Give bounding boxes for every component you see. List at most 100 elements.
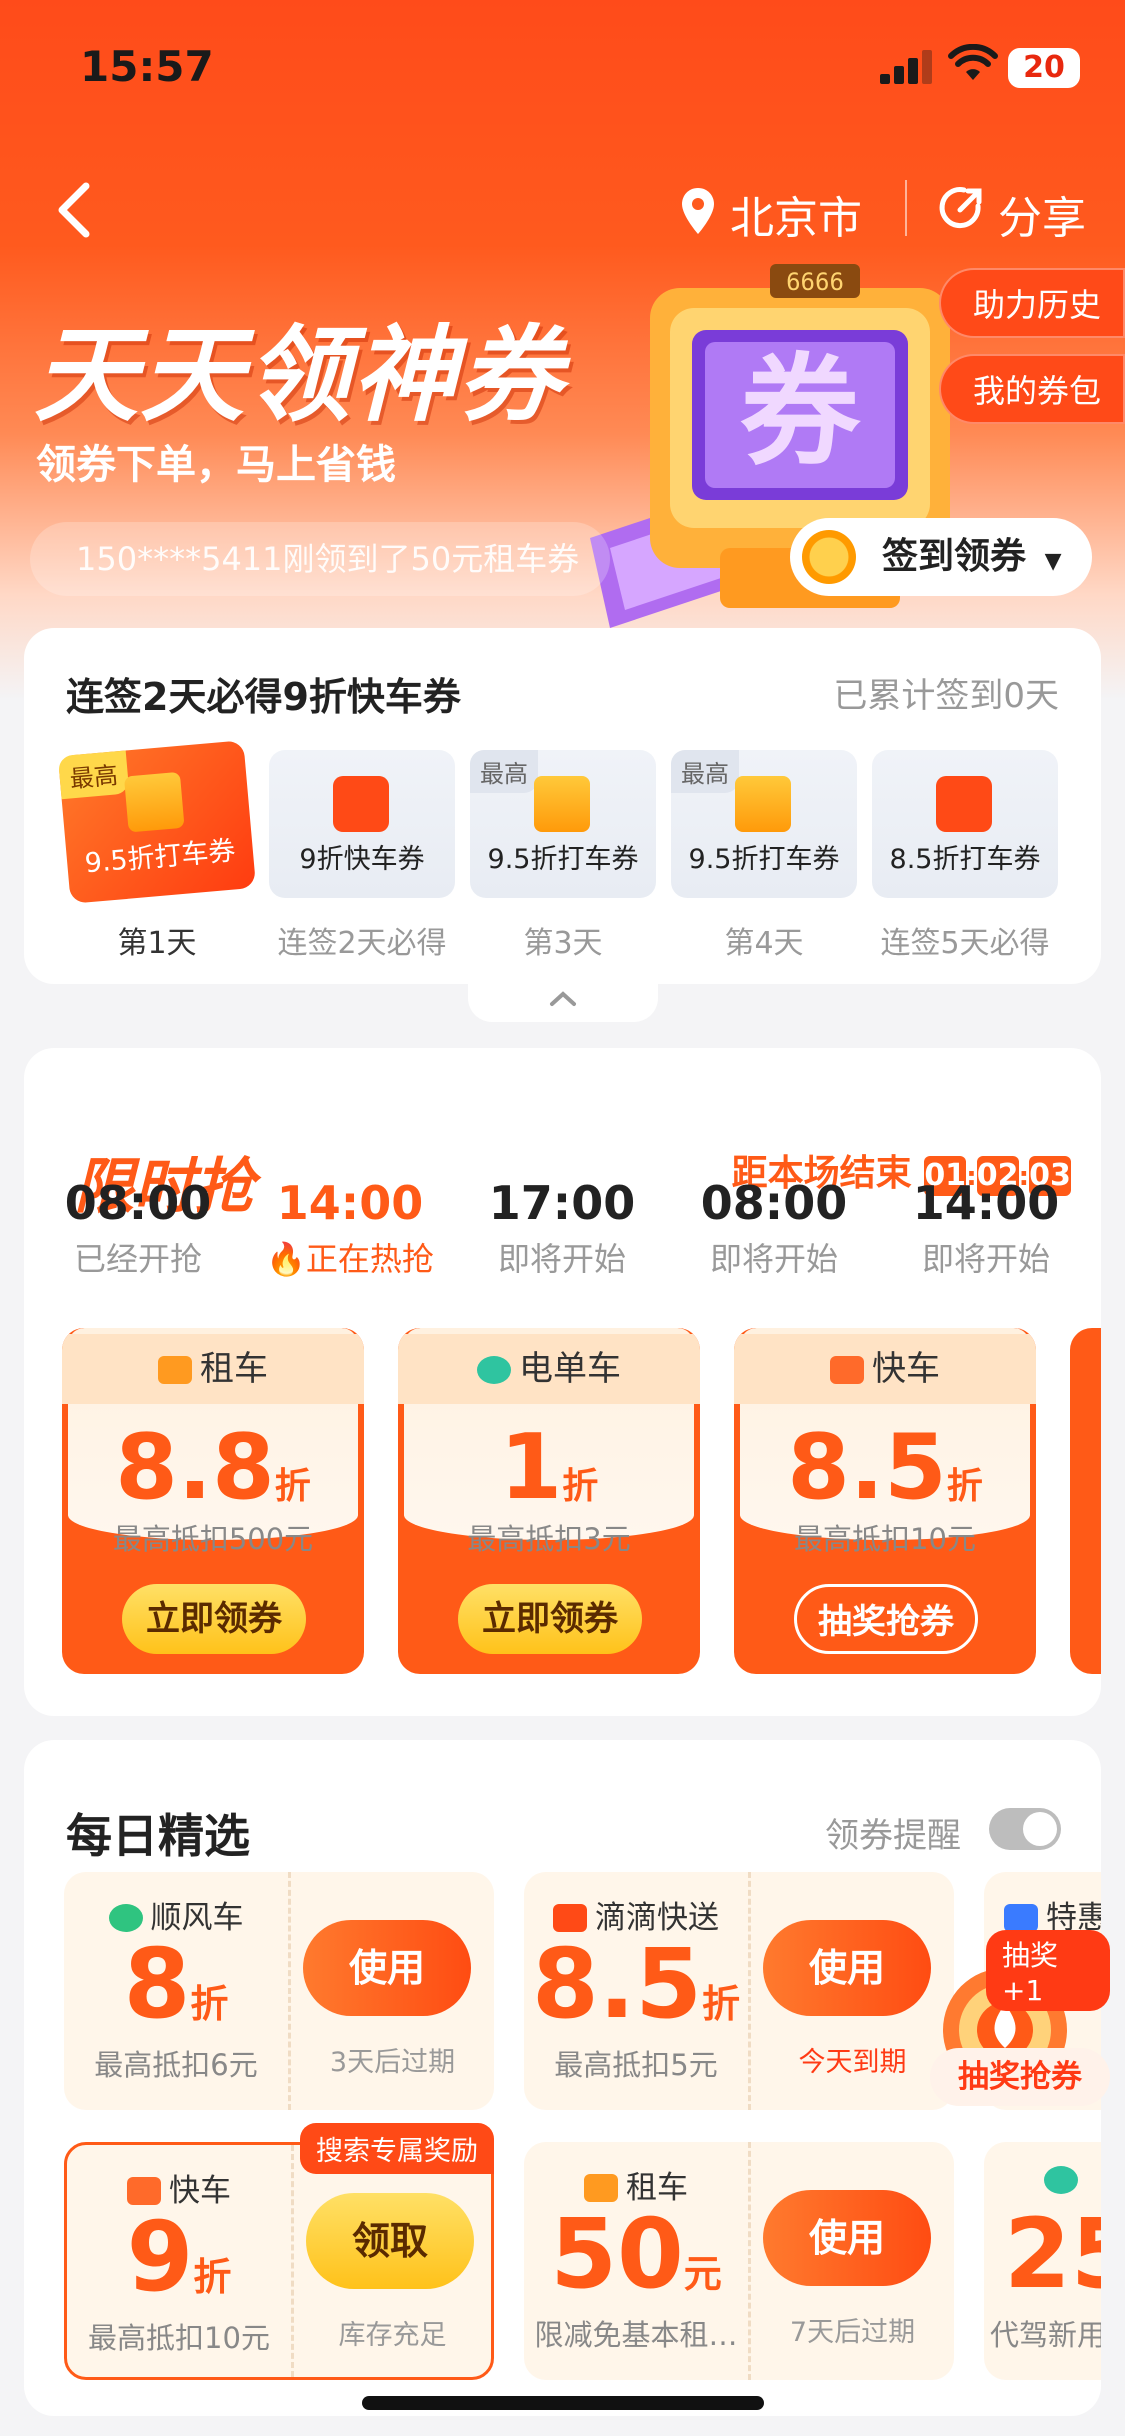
coupon-cap: 最高抵扣500元 <box>112 1522 314 1556</box>
ticket-icon <box>333 776 389 832</box>
flash-coupon-card[interactable]: 租车 8.8折 最高抵扣500元 立即领券 <box>62 1328 364 1674</box>
flash-coupon-card-partial[interactable] <box>1070 1328 1101 1674</box>
coupon-unit: 元 <box>683 2252 722 2296</box>
day-tile-4[interactable]: 最高 9.5折打车券 <box>671 750 857 898</box>
signin-count: 已累计签到0天 <box>833 676 1059 716</box>
location-pin-icon[interactable] <box>680 186 716 236</box>
wifi-icon <box>948 44 998 80</box>
time-slot-1[interactable]: 08:00 已经开抢 <box>38 1176 238 1280</box>
flame-icon: 🔥 <box>266 1240 306 1278</box>
coupon-unit: 折 <box>702 1982 741 2026</box>
reminder-toggle[interactable] <box>989 1808 1061 1850</box>
expiry-text: 今天到期 <box>798 2047 907 2078</box>
driver-service-icon <box>1044 2166 1078 2194</box>
signin-coupon-button[interactable]: 签到领券 ▼ <box>790 518 1092 596</box>
help-history-button[interactable]: 助力历史 <box>938 268 1125 338</box>
ticker-notice: 150****5411刚领到了50元租车券 <box>30 522 610 596</box>
flash-coupon-card[interactable]: 电单车 1折 最高抵扣3元 立即领券 <box>398 1328 700 1674</box>
car-icon <box>830 1356 864 1384</box>
signin-card-title: 连签2天必得9折快车券 <box>66 675 461 719</box>
day-label: 8.5折打车券 <box>889 844 1041 875</box>
coupon-unit: 折 <box>946 1466 983 1507</box>
slot-status: 即将开始 <box>921 1240 1050 1278</box>
hero-title: 天天领神券 <box>34 314 565 436</box>
day-tag: 最高 <box>671 750 739 793</box>
rental-car-icon <box>158 1356 192 1384</box>
coupon-cap: 代驾新用 <box>990 2318 1101 2352</box>
lottery-floating-widget[interactable]: 抽奖+1 抽奖抢券 <box>930 1930 1110 2110</box>
coupon-name: 快车 <box>872 1349 940 1389</box>
header-divider <box>905 180 907 236</box>
battery-indicator: 20 <box>1008 48 1080 88</box>
coupon-value: 8 <box>123 1928 191 2040</box>
day-label: 9折快车券 <box>299 844 425 875</box>
time-slot-5[interactable]: 14:00 即将开始 <box>886 1176 1086 1280</box>
slot-time: 14:00 <box>276 1176 424 1230</box>
e-bike-icon <box>477 1356 511 1384</box>
claim-button[interactable]: 领取 <box>306 2193 474 2289</box>
gift-icon <box>735 776 791 832</box>
slot-status: 已经开抢 <box>73 1240 202 1278</box>
gift-icon <box>123 771 185 833</box>
day-label: 9.5折打车券 <box>688 844 840 875</box>
slot-status: 即将开始 <box>709 1240 838 1278</box>
coupon-unit: 折 <box>562 1466 599 1507</box>
coupon-card[interactable]: 滴滴快送 8.5折 最高抵扣5元 使用 今天到期 <box>524 1872 954 2110</box>
coupon-unit: 折 <box>274 1466 311 1507</box>
coupon-value: 8.5 <box>531 1928 703 2040</box>
city-selector[interactable]: 北京市 <box>730 182 862 246</box>
back-arrow-icon[interactable] <box>52 180 98 240</box>
flash-coupon-card[interactable]: 快车 8.5折 最高抵扣10元 抽奖抢券 <box>734 1328 1036 1674</box>
coupon-name: 租车 <box>200 1349 268 1389</box>
claim-coupon-button[interactable]: 立即领券 <box>122 1584 306 1654</box>
slot-time: 08:00 <box>64 1176 212 1230</box>
coupon-value: 1 <box>499 1415 563 1520</box>
signin-card: 连签2天必得9折快车券 已累计签到0天 最高 9.5折打车券 9折快车券 最高 … <box>24 628 1101 984</box>
coupon-value: 50 <box>550 2198 684 2310</box>
use-button[interactable]: 使用 <box>763 1920 931 2016</box>
slot-time: 08:00 <box>700 1176 848 1230</box>
coupon-cap: 最高抵扣3元 <box>467 1522 631 1556</box>
stock-text: 库存充足 <box>338 2320 447 2351</box>
toggle-knob <box>1023 1812 1057 1846</box>
day-tile-5[interactable]: 8.5折打车券 <box>872 750 1058 898</box>
day-caption: 第4天 <box>724 926 804 961</box>
day-tile-1[interactable]: 最高 9.5折打车券 <box>57 740 257 904</box>
coupon-card[interactable]: 搜索专属奖励 快车 9折 最高抵扣10元 领取 库存充足 <box>64 2123 494 2380</box>
day-tile-3[interactable]: 最高 9.5折打车券 <box>470 750 656 898</box>
coupon-value: 25 <box>1004 2198 1101 2310</box>
my-coupons-button[interactable]: 我的券包 <box>938 354 1125 424</box>
share-icon[interactable] <box>938 184 986 232</box>
slot-time: 17:00 <box>488 1176 636 1230</box>
day-tile-2[interactable]: 9折快车券 <box>269 750 455 898</box>
share-button[interactable]: 分享 <box>998 182 1086 246</box>
gift-icon <box>534 776 590 832</box>
coupon-unit: 折 <box>193 2255 232 2299</box>
lottery-count-badge: 抽奖+1 <box>986 1930 1110 2011</box>
reminder-label: 领券提醒 <box>825 1816 961 1856</box>
use-button[interactable]: 使用 <box>303 1920 471 2016</box>
coupon-card[interactable]: 顺风车 8折 最高抵扣6元 使用 3天后过期 <box>64 1872 494 2110</box>
collapse-toggle[interactable] <box>468 976 658 1022</box>
day-tag: 最高 <box>57 750 130 800</box>
coupon-card-partial[interactable]: 25 代驾新用 <box>984 2142 1101 2380</box>
coupon-cap: 最高抵扣6元 <box>94 2048 258 2082</box>
expiry-text: 7天后过期 <box>789 2317 916 2348</box>
machine-counter: 6666 <box>786 268 844 296</box>
claim-coupon-button[interactable]: 立即领券 <box>458 1584 642 1654</box>
coupon-cap: 限减免基本租… <box>534 2318 738 2352</box>
time-slot-2[interactable]: 14:00 🔥正在热抢 <box>250 1176 450 1280</box>
signal-icon <box>880 50 932 84</box>
use-button[interactable]: 使用 <box>763 2190 931 2286</box>
coupon-card[interactable]: 租车 50元 限减免基本租… 使用 7天后过期 <box>524 2142 954 2380</box>
coupon-cap: 最高抵扣10元 <box>88 2321 270 2355</box>
time-slot-4[interactable]: 08:00 即将开始 <box>674 1176 874 1280</box>
coupon-cap: 最高抵扣10元 <box>794 1522 976 1556</box>
time-slot-3[interactable]: 17:00 即将开始 <box>462 1176 662 1280</box>
slot-status: 即将开始 <box>497 1240 626 1278</box>
home-indicator[interactable] <box>362 2396 764 2410</box>
chevron-up-icon <box>550 991 576 1006</box>
lottery-coupon-button[interactable]: 抽奖抢券 <box>794 1584 978 1654</box>
hero-subtitle: 领券下单，马上省钱 <box>36 442 396 488</box>
special-car-icon <box>1004 1904 1038 1932</box>
